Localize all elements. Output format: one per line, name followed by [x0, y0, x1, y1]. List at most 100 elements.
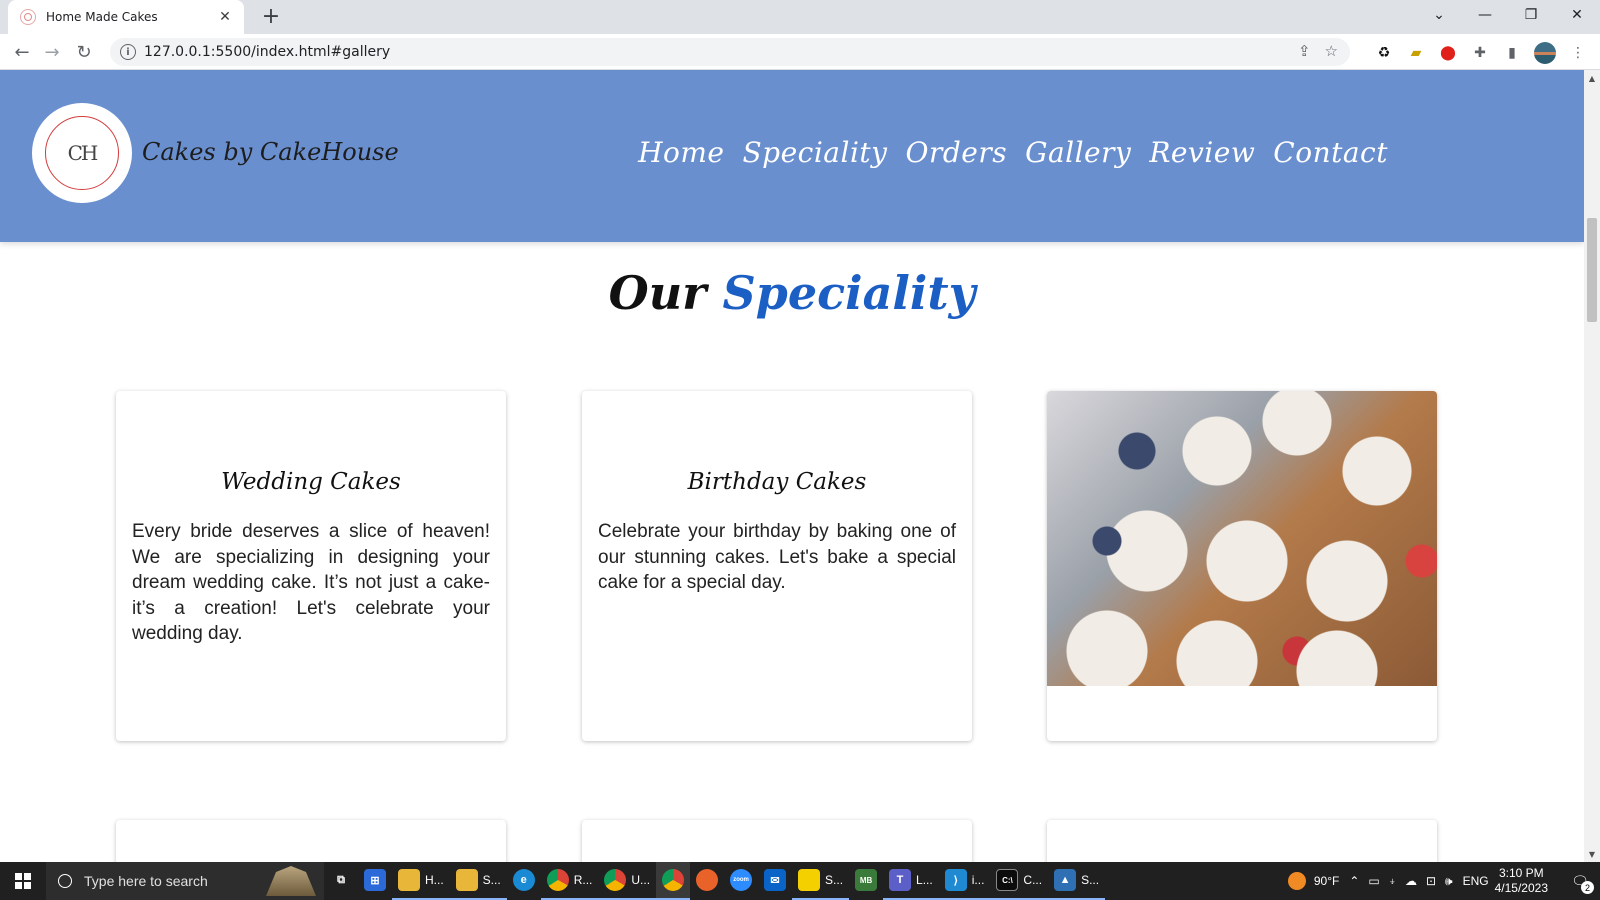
taskbar-app[interactable]: C:\ C...	[990, 862, 1049, 900]
extensions-puzzle-icon[interactable]: ✚	[1470, 43, 1490, 63]
system-tray: 90°F ⌃ ▭ ⍖ ☁ ⊡ 🕪 ENG 3:10 PM 4/15/2023 🗨…	[1287, 862, 1600, 900]
search-icon	[58, 874, 72, 888]
task-view-icon: ⧉	[337, 873, 345, 886]
taskbar-app[interactable]: S...	[449, 862, 507, 900]
nav-link-gallery[interactable]: Gallery	[1025, 136, 1131, 169]
taskbar-app[interactable]: S...	[792, 862, 850, 900]
taskbar-app[interactable]: MB	[849, 862, 883, 900]
task-view-button[interactable]: ⧉	[324, 862, 358, 900]
taskbar-app[interactable]: T L...	[883, 862, 939, 900]
window-controls: ⌄ — ❐ ✕	[1416, 0, 1600, 30]
clock[interactable]: 3:10 PM 4/15/2023	[1495, 866, 1548, 896]
battery-icon[interactable]: ▭	[1368, 874, 1379, 889]
onedrive-cloud-icon[interactable]: ☁	[1405, 874, 1417, 889]
search-placeholder: Type here to search	[84, 873, 208, 889]
forward-arrow-icon[interactable]: →	[40, 40, 64, 64]
minimize-icon[interactable]: —	[1462, 0, 1508, 30]
search-highlight-image	[266, 866, 316, 896]
network-icon[interactable]: ⊡	[1426, 874, 1436, 889]
browser-tab[interactable]: Home Made Cakes ✕	[8, 0, 244, 34]
taskbar-app[interactable]: zoom	[724, 862, 758, 900]
folder-icon	[455, 869, 478, 891]
speciality-card-birthday: Birthday Cakes Celebrate your birthday b…	[582, 391, 972, 741]
start-button[interactable]	[0, 862, 46, 900]
weather-sun-icon[interactable]	[1287, 872, 1306, 890]
page-scrollbar[interactable]: ▲ ▼	[1584, 70, 1600, 862]
restore-icon[interactable]: ❐	[1508, 0, 1554, 30]
tray-icons: ⌃ ▭ ⍖ ☁ ⊡ 🕪	[1349, 874, 1452, 889]
nav-link-review[interactable]: Review	[1149, 136, 1255, 169]
app-icon: MB	[855, 869, 878, 891]
chrome-icon	[662, 869, 685, 891]
extension-opera-icon[interactable]: ⬤	[1438, 43, 1458, 63]
taskbar-app-store[interactable]: ⊞	[358, 862, 392, 900]
tab-search-chevron-icon[interactable]: ⌄	[1416, 0, 1462, 30]
address-bar[interactable]: i 127.0.0.1:5500/index.html#gallery ⇪ ☆	[110, 38, 1350, 66]
reload-icon[interactable]: ↻	[72, 40, 96, 64]
photos-icon: ▲	[1054, 869, 1077, 891]
card-next-row-1	[116, 820, 506, 862]
vscode-icon: ⟩	[944, 869, 967, 891]
language-indicator[interactable]: ENG	[1463, 874, 1489, 888]
scroll-down-arrow-icon[interactable]: ▼	[1584, 846, 1600, 862]
logo-initials: CH	[45, 116, 119, 190]
browser-toolbar: ← → ↻ i 127.0.0.1:5500/index.html#galler…	[0, 34, 1600, 70]
bookmark-star-icon[interactable]: ☆	[1325, 42, 1338, 60]
taskbar-app-label: U...	[631, 873, 651, 887]
scroll-thumb[interactable]	[1587, 218, 1597, 322]
terminal-icon: C:\	[996, 869, 1019, 891]
card-next-row-3	[1047, 820, 1437, 862]
speciality-card-wedding: Wedding Cakes Every bride deserves a sli…	[116, 391, 506, 741]
nav-link-home[interactable]: Home	[638, 136, 724, 169]
volume-icon[interactable]: 🕪	[1445, 874, 1453, 889]
close-window-icon[interactable]: ✕	[1554, 0, 1600, 30]
chrome-icon	[546, 869, 569, 891]
taskbar-app-label: C...	[1023, 873, 1043, 887]
nav-link-contact[interactable]: Contact	[1273, 136, 1388, 169]
site-info-icon[interactable]: i	[120, 44, 136, 60]
chevron-up-icon[interactable]: ⌃	[1349, 874, 1359, 889]
taskbar-app[interactable]	[690, 862, 724, 900]
extension-folder-icon[interactable]: ▰	[1406, 43, 1426, 63]
new-tab-button[interactable]: +	[258, 4, 284, 30]
nav-link-orders[interactable]: Orders	[905, 136, 1007, 169]
taskbar-app[interactable]: ▲ S...	[1048, 862, 1106, 900]
url-text[interactable]: 127.0.0.1:5500/index.html#gallery	[144, 44, 390, 60]
taskbar-app[interactable]: U...	[598, 862, 657, 900]
taskbar-app[interactable]: ✉	[758, 862, 792, 900]
notification-count: 2	[1581, 881, 1594, 894]
taskbar-app[interactable]: e	[507, 862, 541, 900]
weather-temp[interactable]: 90°F	[1314, 874, 1339, 888]
usb-icon[interactable]: ⍖	[1389, 874, 1396, 889]
share-icon[interactable]: ⇪	[1298, 42, 1311, 60]
taskbar-app[interactable]: H...	[392, 862, 450, 900]
profile-avatar[interactable]	[1534, 42, 1556, 64]
close-tab-icon[interactable]: ✕	[216, 9, 234, 25]
nav-link-speciality[interactable]: Speciality	[742, 136, 887, 169]
notifications-button[interactable]: 🗨 2	[1560, 862, 1600, 900]
zoom-icon: zoom	[730, 869, 753, 891]
sticky-notes-icon	[798, 869, 821, 891]
card-text: Celebrate your birthday by baking one of…	[598, 521, 956, 593]
folder-icon	[398, 869, 420, 891]
clock-date: 4/15/2023	[1494, 881, 1548, 895]
back-arrow-icon[interactable]: ←	[10, 40, 34, 64]
taskbar-search[interactable]: Type here to search	[46, 862, 324, 900]
taskbar-app-label: i...	[971, 873, 985, 887]
card-title: Wedding Cakes	[221, 469, 401, 495]
section-title-part2: Speciality	[722, 266, 976, 320]
taskbar-app[interactable]	[656, 862, 691, 900]
page-viewport: CH Cakes by CakeHouse Home Speciality Or…	[0, 70, 1584, 862]
browser-menu-icon[interactable]: ⋮	[1568, 43, 1588, 63]
site-logo[interactable]: CH	[32, 103, 132, 203]
taskbar-app[interactable]: R...	[540, 862, 599, 900]
scroll-up-arrow-icon[interactable]: ▲	[1584, 70, 1600, 86]
card-title: Birthday Cakes	[687, 469, 867, 495]
taskbar-app-label: H...	[425, 873, 444, 887]
extension-recycle-icon[interactable]: ♻	[1374, 43, 1394, 63]
taskbar-app-label: S...	[1081, 873, 1100, 887]
taskbar-app[interactable]: ⟩ i...	[938, 862, 991, 900]
taskbar-app-label: L...	[916, 873, 933, 887]
side-panel-icon[interactable]: ▮	[1502, 43, 1522, 63]
card-text: Every bride deserves a slice of heaven! …	[132, 521, 490, 644]
